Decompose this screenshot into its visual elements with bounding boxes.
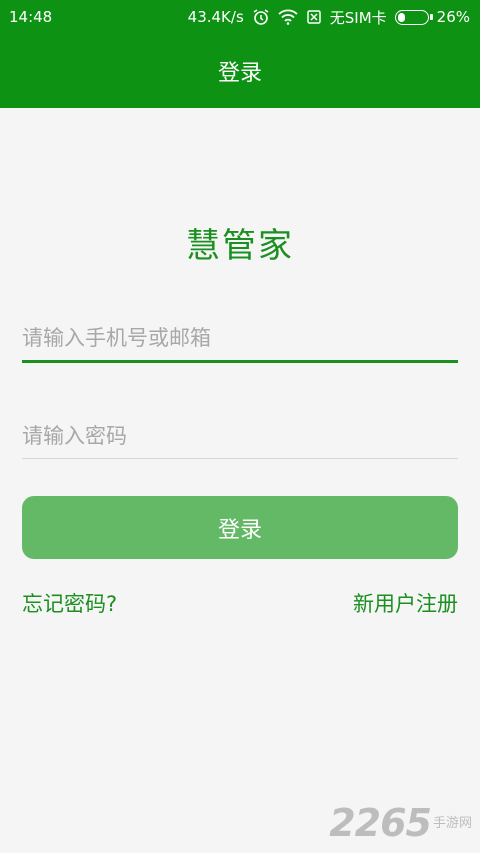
wifi-icon: [278, 9, 298, 25]
battery-percent: 26%: [436, 8, 470, 26]
register-link[interactable]: 新用户注册: [353, 588, 458, 618]
watermark-logo: 2265 手游网: [329, 801, 472, 845]
alarm-icon: [252, 8, 270, 26]
status-time: 14:48: [9, 8, 53, 26]
app-name: 慧管家: [186, 226, 294, 266]
forgot-password-link[interactable]: 忘记密码?: [22, 588, 117, 618]
status-bar: 14:48 43.4K/s 无SIM卡 26%: [0, 0, 480, 34]
login-button[interactable]: 登录: [22, 496, 458, 559]
battery-cap: [429, 13, 433, 20]
username-input[interactable]: [22, 326, 458, 360]
watermark-text: 手游网: [432, 816, 472, 831]
battery-icon: [394, 9, 433, 25]
password-field: [22, 424, 458, 459]
page-title: 登录: [217, 61, 262, 86]
watermark-number: 2265: [329, 801, 432, 845]
network-speed: 43.4K/s: [187, 8, 244, 26]
battery-fill: [397, 12, 405, 22]
app-bar: 登录: [0, 34, 480, 108]
username-field: [22, 326, 458, 363]
sim-status: 无SIM卡: [329, 8, 387, 27]
password-input[interactable]: [22, 424, 458, 458]
status-icons: 43.4K/s 无SIM卡 26%: [188, 7, 470, 28]
no-sim-icon: [306, 9, 322, 25]
